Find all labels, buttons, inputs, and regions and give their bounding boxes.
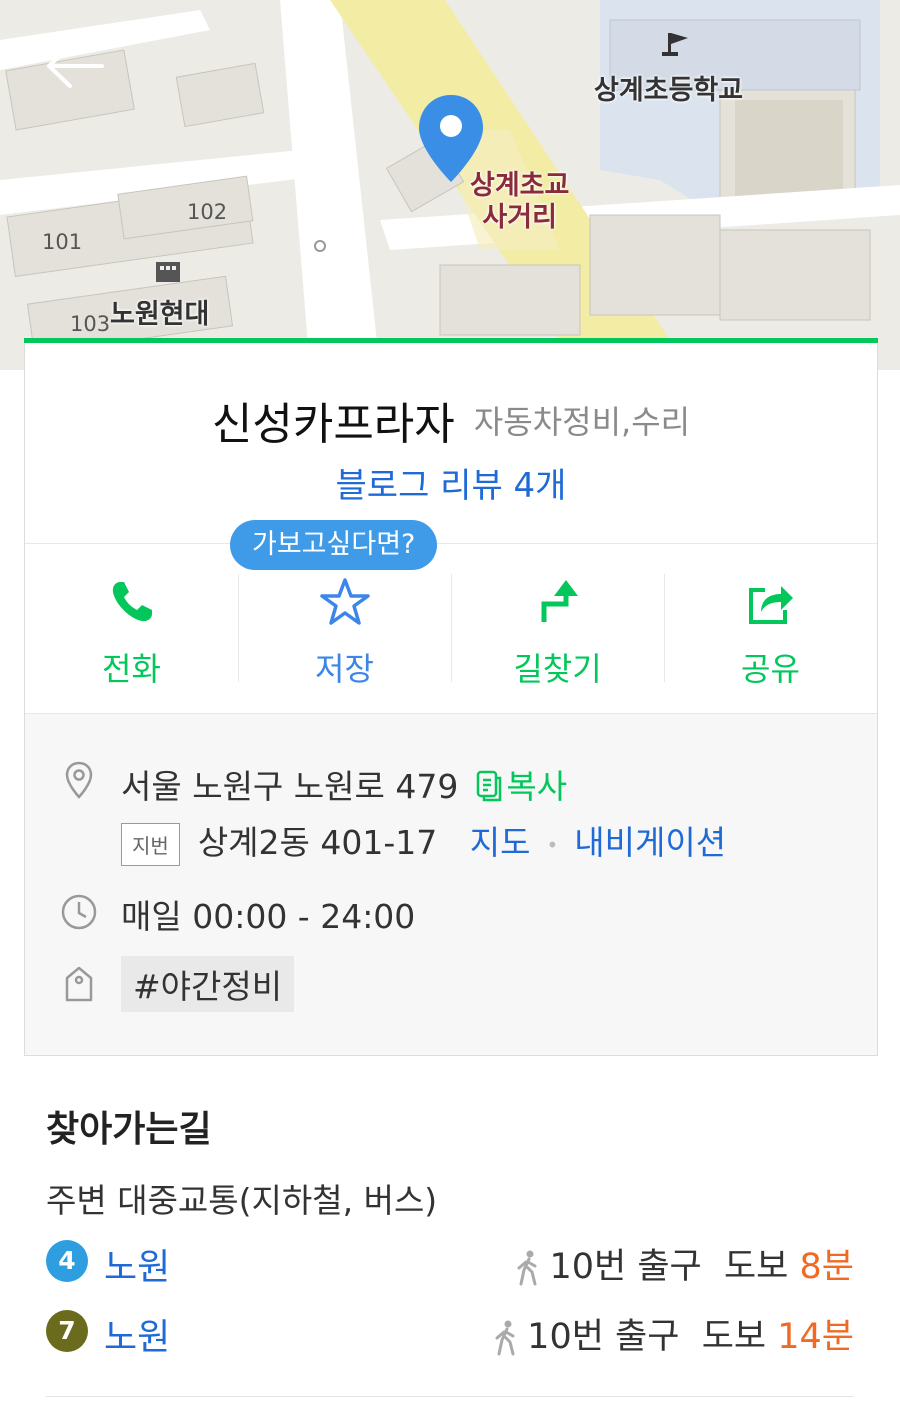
station-name[interactable]: 노원 [104,1308,170,1360]
walk-label: 도보 [723,1247,789,1287]
exit-walk-info: 10번 출구 도보 8분 [515,1238,854,1289]
jibun-address: 상계2동 401-17 [197,823,438,862]
save-label: 저장 [315,650,374,688]
back-button[interactable] [40,38,110,98]
dot-separator: • [546,832,559,857]
map-label-102: 102 [187,200,228,224]
map-label-101: 101 [42,230,83,254]
map-label-apartment: 노원현대 [110,299,210,330]
exit-number: 10번 출구 [549,1247,702,1287]
title-row: 신성카프라자 자동차정비,수리 [25,388,877,452]
subway-row[interactable]: 7 노원 10번 출구 도보 14분 [46,1308,854,1358]
location-pin-icon [65,761,93,799]
map-label-intersection-line1: 상계초교 [470,170,570,201]
directions-section-title: 찾아가는길 [46,1109,212,1150]
jibun-row: 지번 상계2동 401-17 지도 • 내비게이션 [121,816,726,866]
walking-person-icon [517,1250,537,1286]
place-header: 신성카프라자 자동차정비,수리 블로그 리뷰 4개 가보고싶다면? [24,338,878,570]
business-hours: 매일 00:00 - 24:00 [121,897,416,936]
walk-minutes: 14분 [777,1317,854,1357]
share-icon [748,586,793,624]
address-row: 서울 노원구 노원로 479 복사 [121,760,567,808]
subway-row[interactable]: 4 노원 10번 출구 도보 8분 [46,1238,854,1288]
action-bar: 전화 저장 길찾기 공유 [25,544,877,714]
map-label-intersection: 상계초교 사거리 [470,170,569,234]
place-category: 자동차정비,수리 [473,403,691,441]
navigation-link[interactable]: 내비게이션 [574,823,726,862]
walk-label: 도보 [701,1317,767,1357]
walking-person-icon [495,1320,515,1356]
keyword-tag[interactable]: #야간정비 [121,956,295,1012]
tag-icon [65,966,93,1002]
call-label: 전화 [102,650,161,688]
copy-icon [477,770,502,802]
phone-icon [112,582,152,622]
exit-number: 10번 출구 [527,1317,680,1357]
map-link[interactable]: 지도 [470,823,531,862]
place-name: 신성카프라자 [211,399,455,450]
star-icon [319,578,370,625]
share-button[interactable]: 공유 [664,544,877,713]
share-label: 공유 [741,650,800,688]
directions-button[interactable]: 길찾기 [451,544,664,713]
tag-row: #야간정비 [121,956,295,1012]
walk-minutes: 8분 [799,1247,854,1287]
exit-walk-info: 10번 출구 도보 14분 [493,1308,854,1359]
subway-line-badge: 7 [46,1310,88,1352]
directions-label: 길찾기 [513,650,602,688]
call-button[interactable]: 전화 [25,544,238,713]
station-name[interactable]: 노원 [104,1238,170,1290]
subway-line-badge: 4 [46,1240,88,1282]
card-accent-bar [24,338,878,343]
section-divider [46,1396,854,1397]
blog-review-link[interactable]: 블로그 리뷰 4개 [25,458,877,507]
road-address: 서울 노원구 노원로 479 [121,767,459,806]
directions-arrow-icon [541,580,578,622]
save-tooltip: 가보고싶다면? [230,520,438,570]
place-card: 신성카프라자 자동차정비,수리 블로그 리뷰 4개 가보고싶다면? 전화 저장 … [24,338,878,1056]
copy-address-button[interactable]: 복사 [476,767,567,806]
map-label-intersection-line2: 사거리 [482,202,557,233]
clock-icon [61,894,97,930]
map-label-103: 103 [70,312,111,336]
back-arrow-icon [47,44,104,88]
transit-subtitle: 주변 대중교통(지하철, 버스) [46,1181,438,1220]
copy-label: 복사 [506,767,568,806]
map-label-school: 상계초등학교 [594,75,744,106]
place-info: 서울 노원구 노원로 479 복사 지번 상계2동 401-17 지도 • 내비게이션 … [25,714,877,1055]
map-view[interactable]: 상계초등학교 상계초교 사거리 노원현대 101 102 103 [0,0,900,370]
jibun-badge: 지번 [121,823,180,866]
